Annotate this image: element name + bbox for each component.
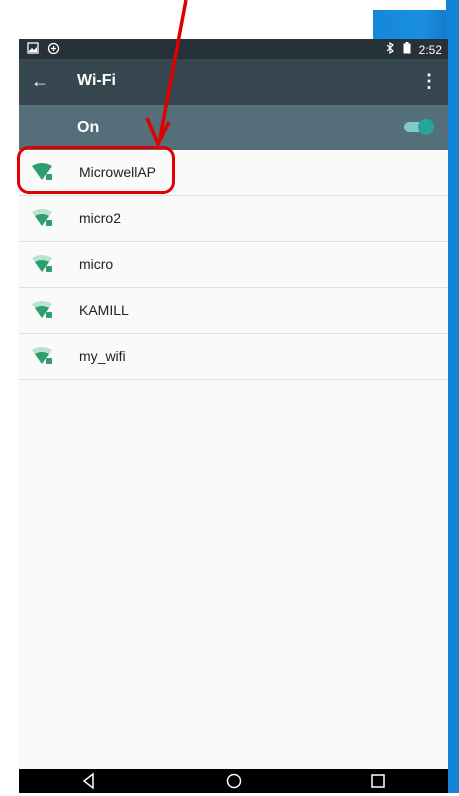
bluetooth-icon (385, 41, 395, 57)
network-ssid: KAMILL (79, 302, 129, 318)
wifi-toggle-bar[interactable]: On (19, 105, 448, 150)
network-ssid: micro (79, 256, 114, 272)
status-bar: 2:52 (19, 39, 448, 59)
wifi-toggle-switch[interactable] (404, 119, 434, 135)
network-row[interactable]: micro2 (19, 196, 448, 242)
wifi-signal-medium-icon (32, 347, 52, 364)
image-notification-icon (27, 42, 39, 58)
wifi-toggle-label: On (77, 119, 100, 136)
toggle-thumb (418, 119, 434, 135)
network-row[interactable]: my_wifi (19, 334, 448, 380)
sync-notification-icon (47, 42, 60, 58)
arrow-left-icon[interactable]: ← (31, 70, 49, 92)
wifi-signal-medium-icon (32, 301, 52, 318)
page-title: Wi-Fi (77, 72, 116, 89)
status-time: 2:52 (418, 42, 442, 57)
app-toolbar: ← Wi-Fi ⋮ (19, 59, 448, 105)
recents-square-icon[interactable] (366, 771, 390, 791)
navigation-bar (19, 769, 448, 793)
battery-icon (403, 42, 411, 57)
back-triangle-icon[interactable] (77, 771, 101, 791)
network-ssid: my_wifi (79, 348, 126, 364)
network-row[interactable]: micro (19, 242, 448, 288)
home-circle-icon[interactable] (222, 771, 246, 791)
network-ssid: micro2 (79, 210, 122, 226)
highlight-box (17, 146, 175, 194)
network-row[interactable]: KAMILL (19, 288, 448, 334)
wifi-signal-medium-icon (32, 209, 52, 226)
more-vertical-icon[interactable]: ⋮ (420, 70, 438, 92)
wifi-signal-medium-icon (32, 255, 52, 272)
